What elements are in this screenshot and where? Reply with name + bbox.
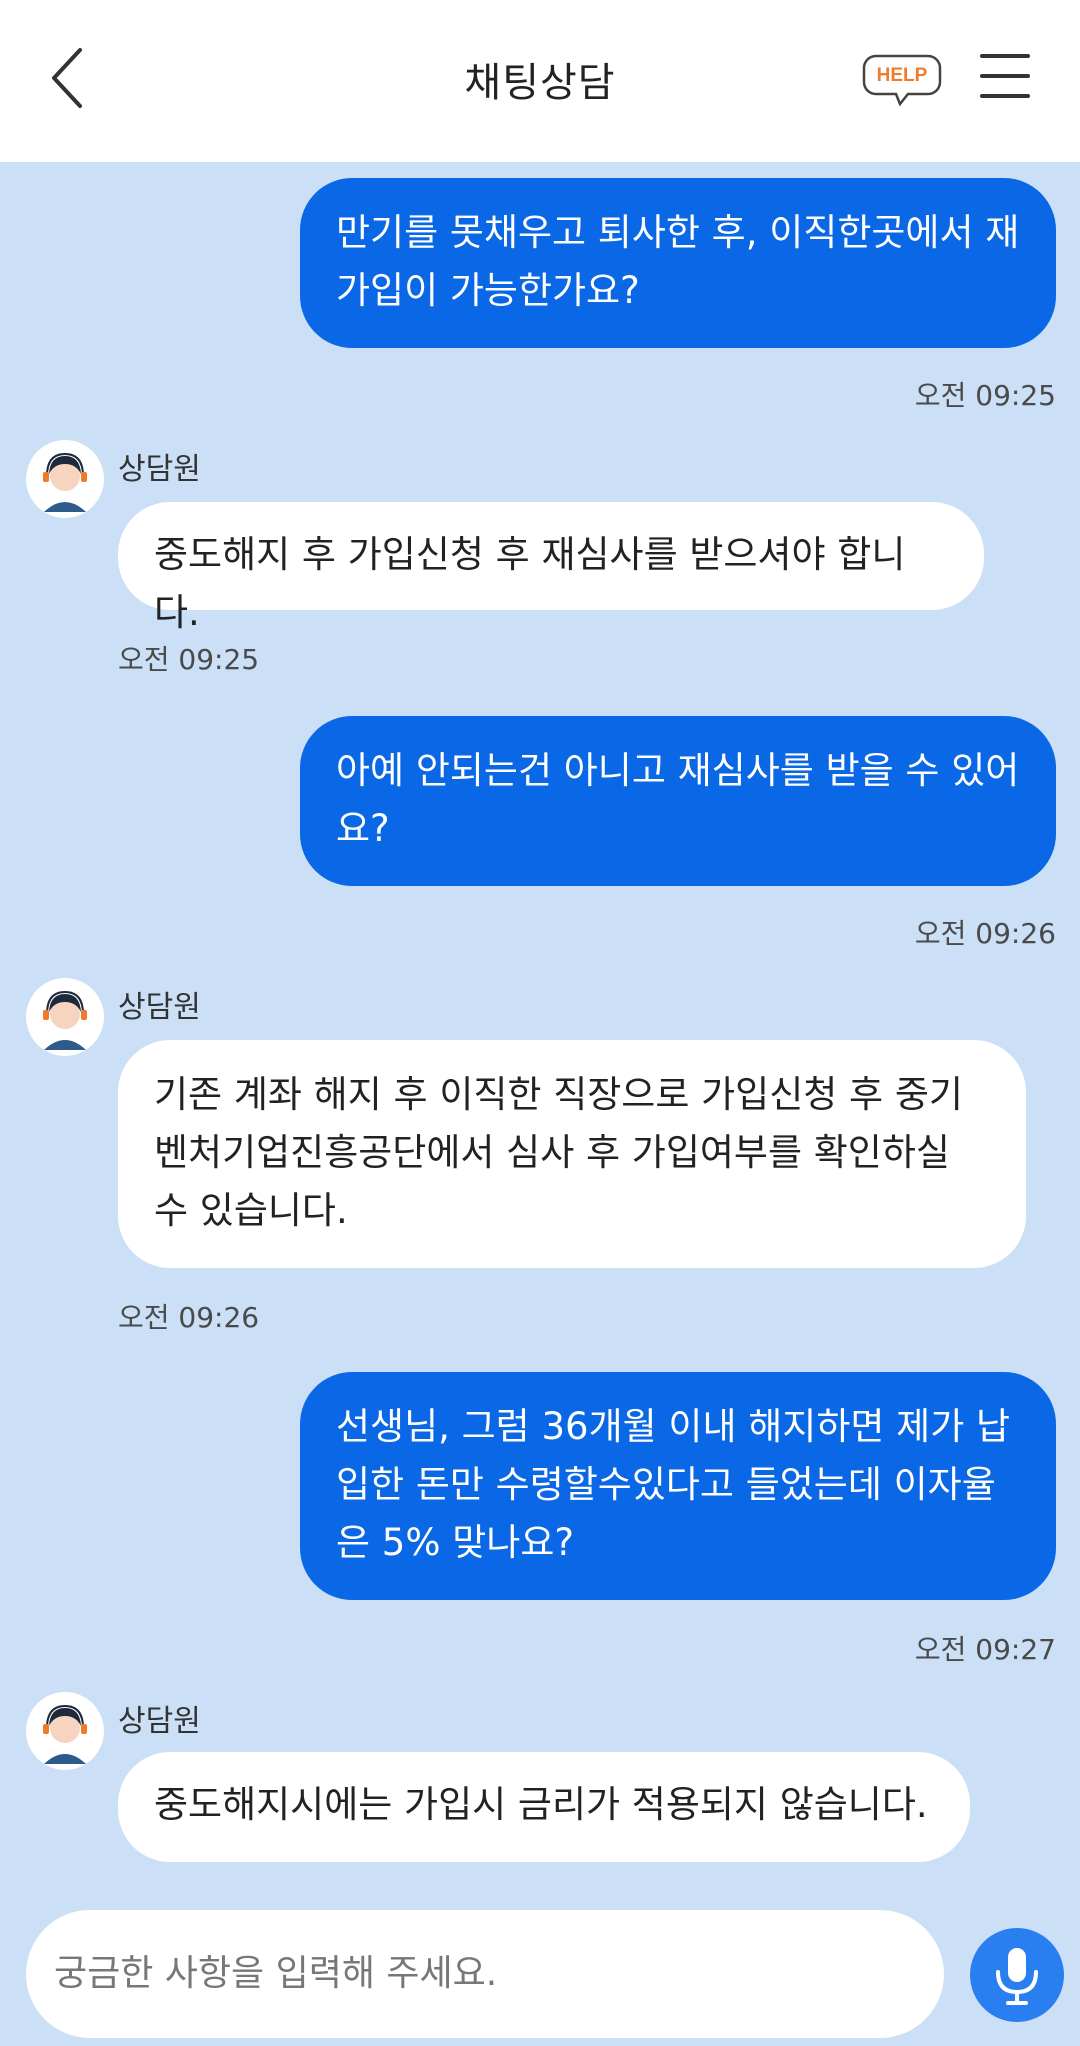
svg-text:HELP: HELP [877, 65, 928, 86]
chat-area[interactable]: 만기를 못채우고 퇴사한 후, 이직한곳에서 재 가입이 가능한가요? 오전 0… [0, 162, 1080, 1902]
header-bar: 채팅상담 HELP [0, 0, 1080, 162]
hamburger-menu-icon [980, 74, 1030, 78]
agent-avatar-icon [26, 440, 104, 518]
message-timestamp: 오전 09:26 [914, 917, 1056, 950]
user-message-bubble: 선생님, 그럼 36개월 이내 해지하면 제가 납 입한 돈만 수령할수있다고 … [300, 1372, 1056, 1600]
user-message: 선생님, 그럼 36개월 이내 해지하면 제가 납 입한 돈만 수령할수있다고 … [300, 1372, 1056, 1600]
agent-message-bubble: 중도해지 후 가입신청 후 재심사를 받으셔야 합니다. [118, 502, 984, 634]
agent-message-bubble: 중도해지시에는 가입시 금리가 적용되지 않습니다. [118, 1752, 970, 1862]
message-timestamp: 오전 09:26 [118, 1301, 260, 1334]
agent-avatar [26, 978, 104, 1056]
message-timestamp: 오전 09:25 [914, 379, 1056, 412]
help-button[interactable]: HELP [862, 52, 942, 108]
mic-button[interactable] [970, 1928, 1064, 2022]
user-message: 만기를 못채우고 퇴사한 후, 이직한곳에서 재 가입이 가능한가요? [300, 178, 1056, 348]
user-message-bubble: 아예 안되는건 아니고 재심사를 받을 수 있어 요? [300, 716, 1056, 886]
menu-button[interactable] [980, 54, 1030, 100]
hamburger-menu-icon [980, 54, 1030, 58]
agent-avatar [26, 1692, 104, 1770]
agent-avatar-icon [26, 1692, 104, 1770]
agent-avatar-icon [26, 978, 104, 1056]
agent-avatar [26, 440, 104, 518]
message-timestamp: 오전 09:27 [914, 1633, 1056, 1666]
agent-name: 상담원 [118, 990, 201, 1025]
agent-name: 상담원 [118, 1704, 201, 1739]
message-input[interactable]: 궁금한 사항을 입력해 주세요. [26, 1910, 944, 2038]
hamburger-menu-icon [980, 94, 1030, 98]
user-message-bubble: 만기를 못채우고 퇴사한 후, 이직한곳에서 재 가입이 가능한가요? [300, 178, 1056, 348]
agent-name: 상담원 [118, 452, 201, 487]
microphone-icon [996, 1948, 1038, 2005]
help-bubble-icon: HELP [862, 54, 942, 107]
message-timestamp: 오전 09:25 [118, 643, 260, 676]
agent-message-bubble: 기존 계좌 해지 후 이직한 직장으로 가입신청 후 중기 벤처기업진흥공단에서… [118, 1040, 1026, 1268]
user-message: 아예 안되는건 아니고 재심사를 받을 수 있어 요? [300, 716, 1056, 886]
